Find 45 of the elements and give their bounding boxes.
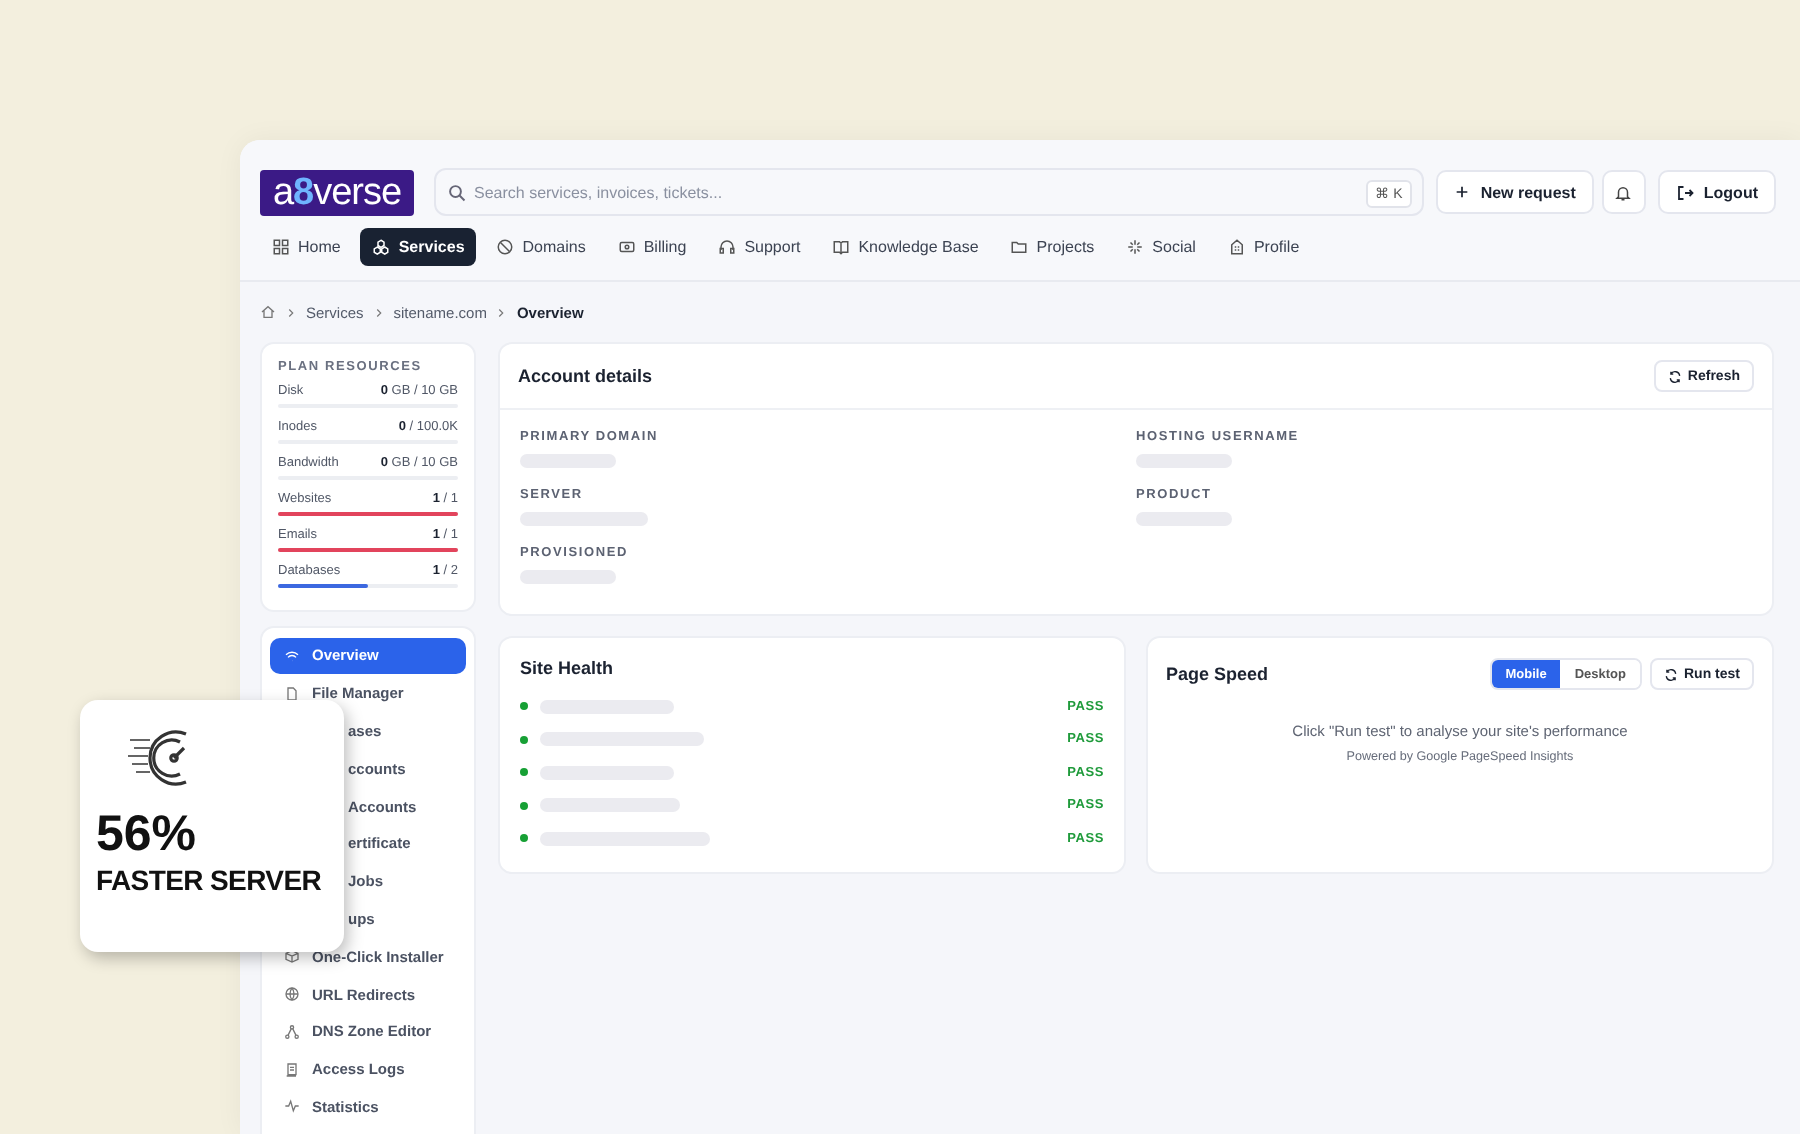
promo-figure: 56%	[96, 810, 199, 860]
cubes-icon	[372, 238, 391, 256]
file-icon	[284, 685, 300, 702]
nav-tab[interactable]: Support	[706, 228, 813, 266]
new-request-button[interactable]: New request	[1436, 170, 1594, 214]
status-dot-icon	[520, 735, 528, 744]
status-dot-icon	[520, 702, 528, 711]
chevron-icon	[494, 305, 509, 319]
grid-icon	[272, 238, 290, 256]
sparkle-icon	[1126, 238, 1145, 256]
card-title: Account details	[518, 366, 653, 386]
building-icon	[1227, 238, 1246, 256]
logo[interactable]: a8verse	[260, 169, 414, 215]
home-icon	[260, 304, 276, 320]
book-icon	[832, 238, 851, 256]
status-dot-icon	[520, 768, 528, 777]
bell-icon[interactable]	[1601, 170, 1646, 214]
network-icon	[284, 1023, 300, 1040]
nav-tab[interactable]: Profile	[1215, 228, 1312, 266]
card-title: Page Speed	[1166, 664, 1269, 684]
nav-tab[interactable]: Home	[260, 228, 353, 266]
nav-tab[interactable]: Services	[360, 228, 477, 266]
plus-icon	[1454, 184, 1471, 200]
refresh-icon	[1664, 667, 1678, 681]
chevron-icon	[284, 305, 298, 319]
headphones-icon	[718, 238, 737, 256]
pulse-icon	[284, 1098, 300, 1115]
wifi-icon	[284, 647, 300, 664]
refresh-icon	[1667, 369, 1682, 383]
banknote-icon	[617, 238, 636, 256]
status-dot-icon	[520, 834, 528, 843]
box-icon	[284, 948, 300, 965]
scroll-icon	[284, 1061, 300, 1078]
chevron-icon	[371, 305, 386, 319]
card-title: Site Health	[518, 656, 616, 682]
logout-button[interactable]: Logout	[1657, 170, 1776, 214]
logout-icon	[1675, 183, 1694, 201]
nav-tab[interactable]: Knowledge Base	[820, 228, 991, 266]
promo-caption: FASTER SERVER	[96, 864, 324, 896]
nav-tab[interactable]: Billing	[605, 228, 699, 266]
nav-tab[interactable]: Social	[1114, 228, 1208, 266]
folder-icon	[1010, 238, 1029, 256]
status-dot-icon	[520, 801, 528, 810]
nav-tab[interactable]: Projects	[998, 228, 1107, 266]
nav-tab[interactable]: Domains	[484, 228, 598, 266]
